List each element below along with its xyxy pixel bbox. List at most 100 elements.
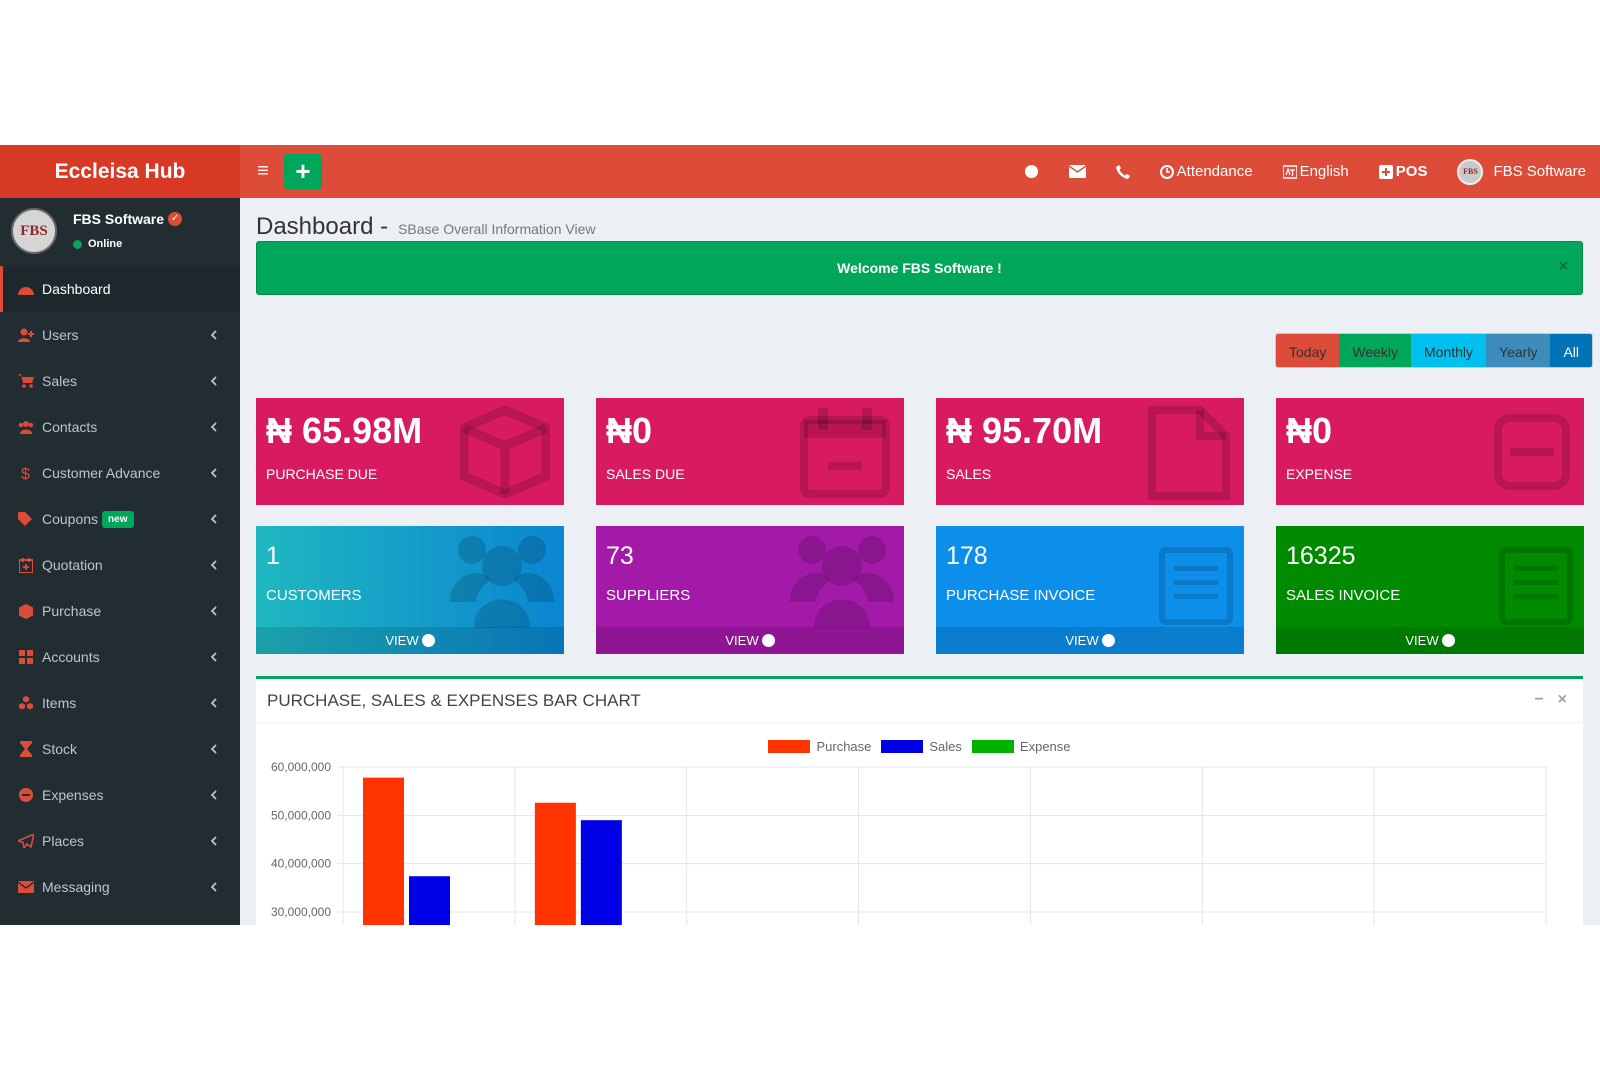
counter-value: 73 bbox=[606, 542, 634, 570]
chevron-left-icon bbox=[208, 327, 220, 343]
filter-weekly-button[interactable]: Weekly bbox=[1339, 334, 1412, 367]
sidebar-item-accounts[interactable]: Accounts bbox=[0, 634, 240, 680]
globe-icon[interactable] bbox=[1024, 164, 1039, 179]
users-icon bbox=[18, 419, 34, 435]
clock-icon bbox=[1159, 164, 1174, 179]
new-badge: new bbox=[102, 510, 134, 528]
chevron-left-icon bbox=[208, 373, 220, 389]
envelope-icon[interactable] bbox=[1068, 165, 1086, 178]
page-subtitle: SBase Overall Information View bbox=[398, 221, 596, 237]
attendance-link[interactable]: Attendance bbox=[1159, 163, 1253, 180]
counter-label: CUSTOMERS bbox=[266, 587, 362, 604]
cart-icon bbox=[18, 373, 34, 389]
main-content: Dashboard - SBase Overall Information Vi… bbox=[240, 198, 1600, 925]
bar-chart: 60,000,000 50,000,000 40,000,000 30,000,000… bbox=[271, 760, 1547, 925]
cubes-icon bbox=[18, 695, 34, 711]
view-sales-invoice-link[interactable]: VIEW bbox=[1276, 627, 1584, 654]
paper-plane-icon bbox=[18, 833, 34, 849]
sidebar-item-quotation[interactable]: Quotation bbox=[0, 542, 240, 588]
view-purchase-invoice-link[interactable]: VIEW bbox=[936, 627, 1244, 654]
filter-yearly-button[interactable]: Yearly bbox=[1486, 334, 1551, 367]
sidebar-item-label: Sales bbox=[42, 373, 78, 389]
user-menu[interactable]: FBS FBS Software bbox=[1457, 158, 1586, 185]
y-tick-label: 60,000,000 bbox=[271, 760, 331, 774]
user-status: Online bbox=[73, 238, 122, 250]
view-link-label: VIEW bbox=[1405, 633, 1439, 648]
counter-value: 16325 bbox=[1286, 542, 1356, 570]
users-icon bbox=[450, 532, 554, 633]
sidebar-item-places[interactable]: Places bbox=[0, 818, 240, 864]
chevron-left-icon bbox=[208, 833, 220, 849]
chevron-left-icon bbox=[208, 465, 220, 481]
stat-value: ₦ 95.70M bbox=[946, 410, 1103, 451]
dollar-icon: $ bbox=[18, 465, 34, 481]
view-link-label: VIEW bbox=[1065, 633, 1099, 648]
brand-logo[interactable]: Eccleisa Hub bbox=[0, 145, 240, 198]
sidebar-item-label: Expenses bbox=[42, 787, 104, 803]
counter-label: SALES INVOICE bbox=[1286, 587, 1401, 604]
counter-card-sales-invoice: 16325 SALES INVOICE VIEW bbox=[1276, 526, 1584, 654]
sidebar-user-name: FBS Software ✓ bbox=[73, 211, 183, 227]
sidebar-item-users[interactable]: Users bbox=[0, 312, 240, 358]
sidebar-item-coupons[interactable]: Coupons new bbox=[0, 496, 240, 542]
welcome-alert-text: Welcome FBS Software ! bbox=[837, 260, 1002, 276]
sidebar-item-contacts[interactable]: Contacts bbox=[0, 404, 240, 450]
counter-label: PURCHASE INVOICE bbox=[946, 587, 1096, 604]
box-header: PURCHASE, SALES & EXPENSES BAR CHART − × bbox=[256, 679, 1583, 723]
stat-value: ₦0 bbox=[1286, 410, 1333, 451]
legend-item[interactable]: Sales bbox=[881, 739, 962, 754]
period-filter-group: Today Weekly Monthly Yearly All bbox=[1275, 333, 1594, 368]
sidebar-item-customer-advance[interactable]: $ Customer Advance bbox=[0, 450, 240, 496]
filter-today-button[interactable]: Today bbox=[1276, 334, 1340, 367]
legend-item[interactable]: Purchase bbox=[768, 739, 871, 754]
stat-card-expense: ₦0 EXPENSE bbox=[1276, 398, 1584, 505]
chevron-left-icon bbox=[208, 695, 220, 711]
sidebar-item-messaging[interactable]: Messaging bbox=[0, 864, 240, 910]
sidebar-item-dashboard[interactable]: Dashboard bbox=[0, 266, 240, 312]
tags-icon bbox=[18, 511, 34, 527]
user-avatar: FBS bbox=[11, 208, 57, 254]
close-icon[interactable]: × bbox=[1558, 691, 1567, 709]
y-tick-label: 50,000,000 bbox=[271, 808, 331, 822]
attendance-label: Attendance bbox=[1176, 163, 1253, 180]
sidebar-item-label: Places bbox=[42, 833, 85, 849]
sidebar-item-stock[interactable]: Stock bbox=[0, 726, 240, 772]
sidebar-item-purchase[interactable]: Purchase bbox=[0, 588, 240, 634]
chevron-left-icon bbox=[208, 879, 220, 895]
sidebar-item-expenses[interactable]: Expenses bbox=[0, 772, 240, 818]
sidebar-item-label: Customer Advance bbox=[42, 465, 161, 481]
user-status-text: Online bbox=[88, 238, 123, 250]
box-title: PURCHASE, SALES & EXPENSES BAR CHART bbox=[267, 691, 641, 710]
legend-item[interactable]: Expense bbox=[971, 739, 1071, 754]
sidebar-item-label: Accounts bbox=[42, 649, 100, 665]
menu-toggle-icon[interactable]: ≡ bbox=[252, 159, 274, 183]
quick-add-button[interactable]: + bbox=[284, 154, 322, 189]
pos-link[interactable]: POS bbox=[1378, 163, 1427, 180]
filter-all-button[interactable]: All bbox=[1550, 334, 1593, 367]
minus-square-icon bbox=[1494, 406, 1570, 495]
phone-icon[interactable] bbox=[1115, 164, 1130, 179]
view-suppliers-link[interactable]: VIEW bbox=[596, 627, 904, 654]
language-label: English bbox=[1299, 163, 1349, 180]
language-link[interactable]: English bbox=[1282, 163, 1349, 180]
page-title-text: Dashboard - bbox=[256, 213, 389, 240]
counter-value: 1 bbox=[266, 542, 280, 570]
sidebar-user-name-text: FBS Software bbox=[73, 211, 165, 227]
view-customers-link[interactable]: VIEW bbox=[256, 627, 564, 654]
sidebar-item-items[interactable]: Items bbox=[0, 680, 240, 726]
y-tick-label: 30,000,000 bbox=[271, 905, 331, 919]
minimize-icon[interactable]: − bbox=[1534, 691, 1543, 709]
counter-card-purchase-invoice: 178 PURCHASE INVOICE VIEW bbox=[936, 526, 1244, 654]
svg-text:$: $ bbox=[21, 466, 30, 481]
legend-swatch bbox=[881, 740, 924, 753]
bar-chart-box: PURCHASE, SALES & EXPENSES BAR CHART − ×… bbox=[256, 676, 1583, 925]
sidebar-user-panel: FBS FBS Software ✓ Online bbox=[0, 198, 240, 266]
chevron-left-icon bbox=[208, 787, 220, 803]
chevron-left-icon bbox=[208, 649, 220, 665]
sidebar-item-label: Quotation bbox=[42, 557, 103, 573]
plus-square-icon bbox=[1378, 164, 1393, 179]
language-icon bbox=[1282, 164, 1297, 179]
sidebar-item-sales[interactable]: Sales bbox=[0, 358, 240, 404]
alert-close-icon[interactable]: × bbox=[1559, 258, 1568, 276]
filter-monthly-button[interactable]: Monthly bbox=[1411, 334, 1487, 367]
